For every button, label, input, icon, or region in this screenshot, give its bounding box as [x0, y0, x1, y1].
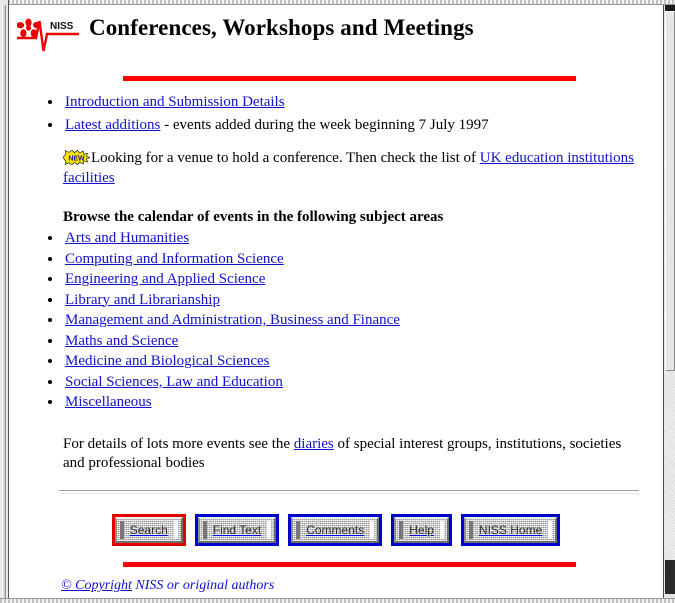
- main-content: Introduction and Submission Details Late…: [11, 93, 661, 595]
- search-button[interactable]: Search: [111, 514, 186, 547]
- search-button-face: Search: [114, 517, 183, 544]
- list-item: Management and Administration, Business …: [63, 311, 661, 331]
- niss-logo-wordmark: NISS: [50, 21, 74, 32]
- page-header: NISS Conferences, Workshops and Meetings: [11, 6, 661, 56]
- niss-home-button-label: NISS Home: [478, 523, 543, 538]
- list-item: Social Sciences, Law and Education: [63, 373, 661, 393]
- window-bottom-edge: [0, 598, 675, 603]
- link-maths-and-science[interactable]: Maths and Science: [65, 333, 178, 349]
- find-text-button-label: Find Text: [212, 523, 262, 538]
- link-social-sciences-law-and-education[interactable]: Social Sciences, Law and Education: [65, 374, 283, 390]
- browser-window: NISS Conferences, Workshops and Meetings…: [0, 0, 675, 603]
- niss-home-button[interactable]: NISS Home: [460, 514, 561, 547]
- list-item: Library and Librarianship: [63, 291, 661, 311]
- list-item: Engineering and Applied Science: [63, 270, 661, 290]
- help-button-face: Help: [394, 517, 449, 544]
- link-miscellaneous[interactable]: Miscellaneous: [65, 394, 152, 410]
- list-item: Introduction and Submission Details: [63, 93, 661, 113]
- help-button[interactable]: Help: [391, 514, 452, 547]
- link-engineering-and-applied-science[interactable]: Engineering and Applied Science: [65, 271, 265, 287]
- help-button-label: Help: [409, 523, 434, 538]
- venue-note: NEW Looking for a venue to hold a confer…: [63, 149, 661, 189]
- link-computing-and-information-science[interactable]: Computing and Information Science: [65, 251, 284, 267]
- subject-areas-list: Arts and Humanities Computing and Inform…: [11, 229, 661, 413]
- link-diaries[interactable]: diaries: [294, 436, 334, 452]
- left-rail: [2, 5, 6, 598]
- link-latest-additions[interactable]: Latest additions: [65, 117, 160, 133]
- list-item: Arts and Humanities: [63, 229, 661, 249]
- link-introduction-and-submission-details[interactable]: Introduction and Submission Details: [65, 94, 285, 110]
- list-item: Maths and Science: [63, 332, 661, 352]
- navigation-button-bar: Search Find Text Comments Help NISS Home: [11, 514, 661, 547]
- find-text-button-face: Find Text: [197, 517, 277, 544]
- vertical-scrollbar[interactable]: [663, 5, 675, 598]
- list-item: Latest additions - events added during t…: [63, 116, 661, 136]
- top-links-list: Introduction and Submission Details Late…: [11, 93, 661, 135]
- window-top-edge: [0, 0, 675, 5]
- search-button-label: Search: [129, 523, 168, 538]
- list-item: Medicine and Biological Sciences: [63, 352, 661, 372]
- list-item: Computing and Information Science: [63, 250, 661, 270]
- scrollbar-thumb[interactable]: [665, 11, 675, 371]
- page-title: Conferences, Workshops and Meetings: [89, 15, 474, 40]
- comments-button-face: Comments: [291, 517, 380, 544]
- window-left-edge: [0, 0, 9, 603]
- link-management-and-administration-business-and-finance[interactable]: Management and Administration, Business …: [65, 312, 400, 328]
- footer-red-divider: [123, 562, 576, 568]
- diaries-note: For details of lots more events see the …: [63, 435, 661, 475]
- list-item: Miscellaneous: [63, 393, 661, 413]
- link-arts-and-humanities[interactable]: Arts and Humanities: [65, 230, 189, 246]
- new-badge-text: NEW: [68, 156, 85, 163]
- niss-logo-icon: NISS: [17, 18, 79, 52]
- venue-note-text-before: Looking for a venue to hold a conference…: [91, 150, 480, 166]
- comments-button[interactable]: Comments: [288, 514, 383, 547]
- scroll-down-arrow-icon[interactable]: [665, 560, 675, 594]
- niss-home-button-face: NISS Home: [463, 517, 558, 544]
- page-content: NISS Conferences, Workshops and Meetings…: [11, 6, 661, 597]
- new-starburst-icon: NEW: [63, 150, 90, 165]
- comments-button-label: Comments: [306, 523, 365, 538]
- content-divider: [59, 490, 639, 495]
- copyright-rest: NISS or original authors: [131, 578, 275, 594]
- diaries-text-before: For details of lots more events see the: [63, 435, 294, 452]
- browse-heading: Browse the calendar of events in the fol…: [63, 208, 444, 225]
- link-library-and-librarianship[interactable]: Library and Librarianship: [65, 292, 220, 308]
- find-text-button[interactable]: Find Text: [194, 514, 280, 547]
- copyright-notice: © Copyright NISS or original authors: [61, 577, 661, 595]
- header-red-divider: [123, 76, 576, 81]
- top-link-1-trailing: - events added during the week beginning…: [160, 116, 489, 133]
- link-medicine-and-biological-sciences[interactable]: Medicine and Biological Sciences: [65, 353, 270, 369]
- link-copyright[interactable]: © Copyright: [61, 578, 132, 593]
